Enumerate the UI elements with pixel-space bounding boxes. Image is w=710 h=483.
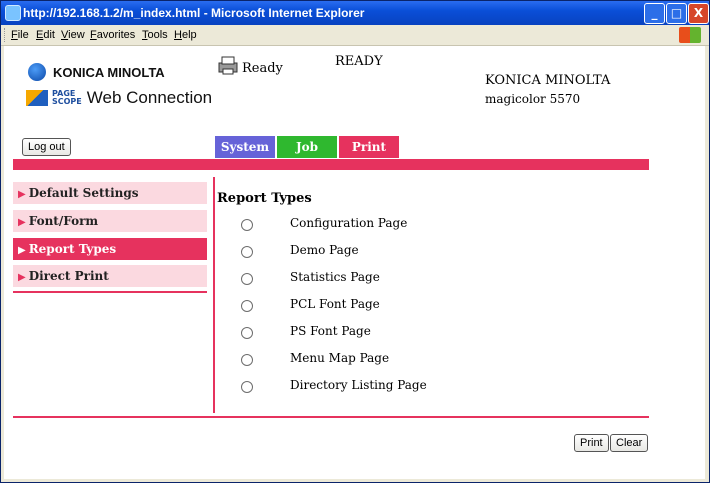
content-divider: [213, 177, 215, 413]
printer-icon: [218, 56, 238, 75]
konica-minolta-logo: KONICA MINOLTA: [28, 63, 165, 81]
radio-button[interactable]: [241, 246, 253, 258]
triangle-right-icon: ▶: [18, 217, 26, 228]
footer-divider: [13, 416, 649, 418]
header-divider-bar: [13, 159, 649, 170]
browser-window: http://192.168.1.2/m_index.html - Micros…: [0, 0, 710, 483]
menu-edit[interactable]: Edit: [36, 29, 55, 41]
printer-status-text: READY: [335, 54, 383, 69]
title-bar: http://192.168.1.2/m_index.html - Micros…: [1, 1, 709, 25]
tab-job[interactable]: Job: [277, 136, 337, 158]
maximize-button[interactable]: □: [666, 3, 687, 24]
menu-favorites[interactable]: Favorites: [90, 29, 135, 41]
windows-logo-icon: [679, 27, 701, 43]
radio-button[interactable]: [241, 273, 253, 285]
clear-button[interactable]: Clear: [610, 434, 649, 452]
page-title: Report Types: [217, 191, 312, 206]
konica-minolta-globe-icon: [28, 63, 46, 81]
printer-status-label: Ready: [242, 61, 283, 76]
web-connection-label: Web Connection: [86, 88, 213, 107]
pagescope-text: PAGE SCOPE: [52, 89, 82, 106]
close-button[interactable]: X: [688, 3, 709, 24]
tab-print[interactable]: Print: [339, 136, 399, 158]
menu-tools[interactable]: Tools: [142, 29, 168, 41]
model-vendor: KONICA MINOLTA: [485, 73, 611, 88]
sidebar-item-direct-print[interactable]: ▶ Direct Print: [13, 265, 207, 287]
radio-button[interactable]: [241, 354, 253, 366]
toolbar-grip: [4, 28, 8, 42]
tab-system[interactable]: System: [215, 136, 275, 158]
brand-name: KONICA MINOLTA: [53, 64, 165, 80]
radio-button[interactable]: [241, 300, 253, 312]
model-name: magicolor 5570: [485, 92, 581, 106]
radio-button[interactable]: [241, 381, 253, 393]
ie-icon: [5, 5, 21, 21]
menu-help[interactable]: Help: [174, 29, 197, 41]
sidebar-item-default-settings[interactable]: ▶ Default Settings: [13, 182, 207, 204]
sidebar-divider: [13, 291, 207, 293]
radio-button[interactable]: [241, 219, 253, 231]
page-content: KONICA MINOLTA PAGE SCOPE Web Connection …: [4, 46, 705, 479]
menu-file[interactable]: File: [11, 29, 29, 41]
pagescope-logo-icon: [26, 90, 48, 106]
sidebar-item-report-types[interactable]: ▶ Report Types: [13, 238, 207, 260]
triangle-right-icon: ▶: [18, 245, 26, 256]
sidebar-item-font-form[interactable]: ▶ Font/Form: [13, 210, 207, 232]
triangle-right-icon: ▶: [18, 272, 26, 283]
minimize-button[interactable]: _: [644, 3, 665, 24]
menu-view[interactable]: View: [61, 29, 85, 41]
pagescope-logo: PAGE SCOPE Web Connection: [26, 88, 212, 108]
window-title: http://192.168.1.2/m_index.html - Micros…: [23, 6, 365, 20]
print-button[interactable]: Print: [574, 434, 609, 452]
triangle-right-icon: ▶: [18, 189, 26, 200]
radio-button[interactable]: [241, 327, 253, 339]
logout-button[interactable]: Log out: [22, 138, 71, 156]
menu-bar: File Edit View Favorites Tools Help: [1, 25, 709, 46]
